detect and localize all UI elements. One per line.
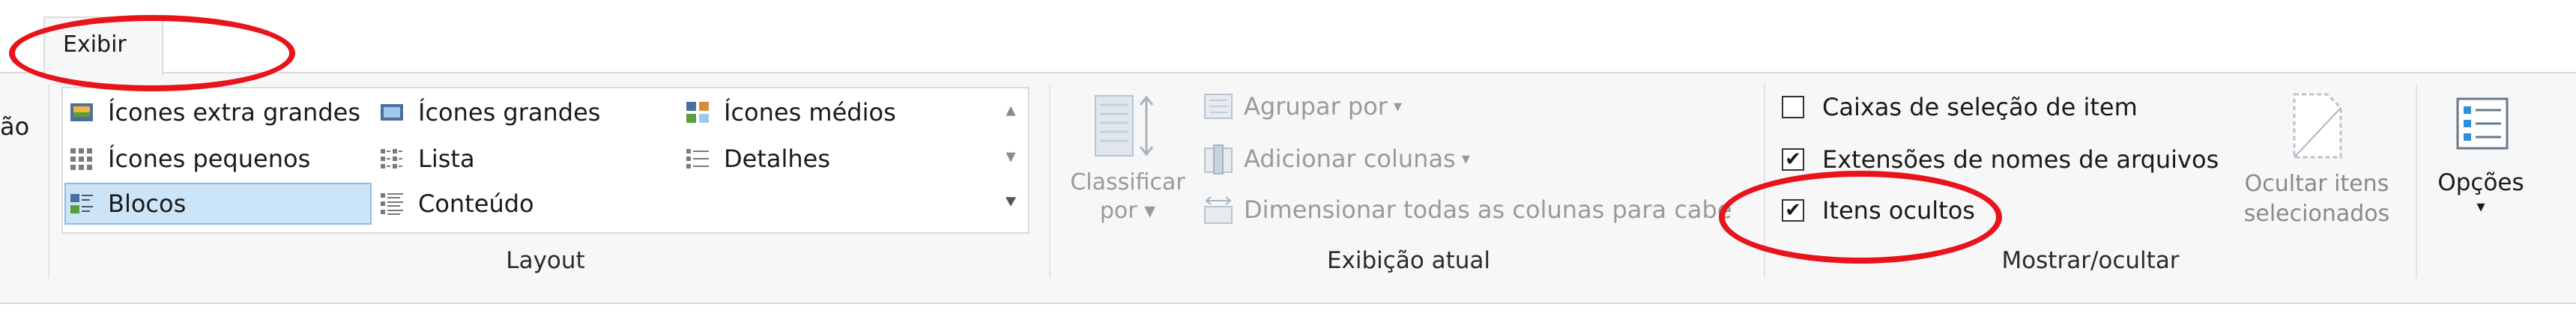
layout-content[interactable]: Conteúdo	[379, 183, 534, 225]
sort-by-icon	[1095, 95, 1154, 157]
item-checkboxes-toggle[interactable]: Caixas de seleção de item	[1782, 93, 2138, 121]
layout-small-icons-label: Ícones pequenos	[108, 145, 311, 173]
annotation-ellipse-hidden-items	[1719, 171, 2002, 264]
file-extensions-checkbox[interactable]: ✔	[1782, 148, 1804, 171]
gallery-scroll-up-button[interactable]: ▴	[992, 88, 1030, 132]
checkmark-icon: ✔	[1785, 148, 1801, 171]
hide-selected-items-button[interactable]: Ocultar itens selecionados	[2228, 88, 2405, 238]
group-by-button[interactable]: Agrupar por ▾	[1202, 90, 1402, 123]
size-columns-icon	[1204, 196, 1233, 224]
cut-off-label: ão	[0, 112, 30, 141]
layout-details[interactable]: Detalhes	[685, 138, 830, 180]
small-icons-icon	[70, 148, 92, 170]
annotation-ellipse-tab	[9, 15, 295, 91]
file-extensions-label: Extensões de nomes de arquivos	[1822, 145, 2219, 174]
layout-list-label: Lista	[418, 145, 475, 173]
current-view-group-label: Exibição atual	[1326, 247, 1491, 274]
tiles-icon	[70, 194, 93, 213]
layout-tiles-label: Blocos	[108, 189, 187, 218]
add-columns-icon	[1204, 145, 1233, 174]
extra-large-icons-icon	[70, 103, 93, 121]
layout-medium-icons[interactable]: Ícones médios	[685, 91, 896, 133]
layout-small-icons[interactable]: Ícones pequenos	[69, 138, 310, 180]
item-checkboxes-label: Caixas de seleção de item	[1822, 93, 2138, 121]
layout-tiles[interactable]: Blocos	[64, 183, 372, 225]
layout-content-label: Conteúdo	[418, 189, 534, 218]
size-all-columns-label: Dimensionar todas as colunas para cabe	[1244, 195, 1732, 224]
options-icon	[2456, 97, 2509, 150]
item-checkboxes-checkbox[interactable]	[1782, 96, 1804, 118]
hide-selected-label-2: selecionados	[2243, 201, 2390, 227]
sort-by-button[interactable]: Classificar por ▾	[1064, 88, 1191, 231]
details-icon	[686, 149, 709, 168]
layout-large-icons-label: Ícones grandes	[418, 98, 601, 127]
options-button[interactable]: Opções ▾	[2425, 88, 2537, 238]
layout-extra-large-icons[interactable]: Ícones extra grandes	[69, 91, 360, 133]
group-by-dropdown-icon: ▾	[1393, 97, 1402, 116]
options-dropdown-icon: ▾	[2476, 198, 2485, 216]
add-columns-button[interactable]: Adicionar colunas ▾	[1202, 142, 1470, 175]
add-columns-dropdown-icon: ▾	[1461, 149, 1470, 168]
group-separator	[48, 84, 49, 279]
medium-icons-icon	[686, 102, 709, 123]
large-icons-icon	[381, 104, 403, 121]
sort-by-label-2: por ▾	[1099, 198, 1156, 224]
gallery-scroll-down-button[interactable]: ▾	[992, 135, 1030, 178]
gallery-expand-button[interactable]: ⯆	[992, 181, 1030, 225]
layout-large-icons[interactable]: Ícones grandes	[379, 91, 600, 133]
hide-selected-icon	[2293, 93, 2342, 159]
group-by-icon	[1204, 94, 1233, 119]
options-label: Opções	[2437, 169, 2524, 196]
group-separator	[2416, 84, 2417, 279]
layout-medium-icons-label: Ícones médios	[724, 98, 896, 127]
add-columns-label: Adicionar colunas	[1244, 145, 1456, 173]
layout-extra-large-icons-label: Ícones extra grandes	[108, 98, 360, 127]
size-all-columns-button[interactable]: Dimensionar todas as colunas para cabe	[1202, 193, 1732, 226]
layout-list[interactable]: Lista	[379, 138, 475, 180]
group-by-label: Agrupar por	[1244, 92, 1388, 121]
hide-selected-label-1: Ocultar itens	[2244, 171, 2389, 197]
layout-group-label: Layout	[506, 247, 585, 274]
list-icon	[381, 149, 402, 168]
content-icon	[381, 193, 403, 215]
sort-by-label-1: Classificar	[1070, 169, 1185, 195]
group-separator	[1049, 84, 1050, 279]
file-extensions-toggle[interactable]: ✔ Extensões de nomes de arquivos	[1782, 145, 2219, 174]
layout-details-label: Detalhes	[724, 145, 831, 173]
